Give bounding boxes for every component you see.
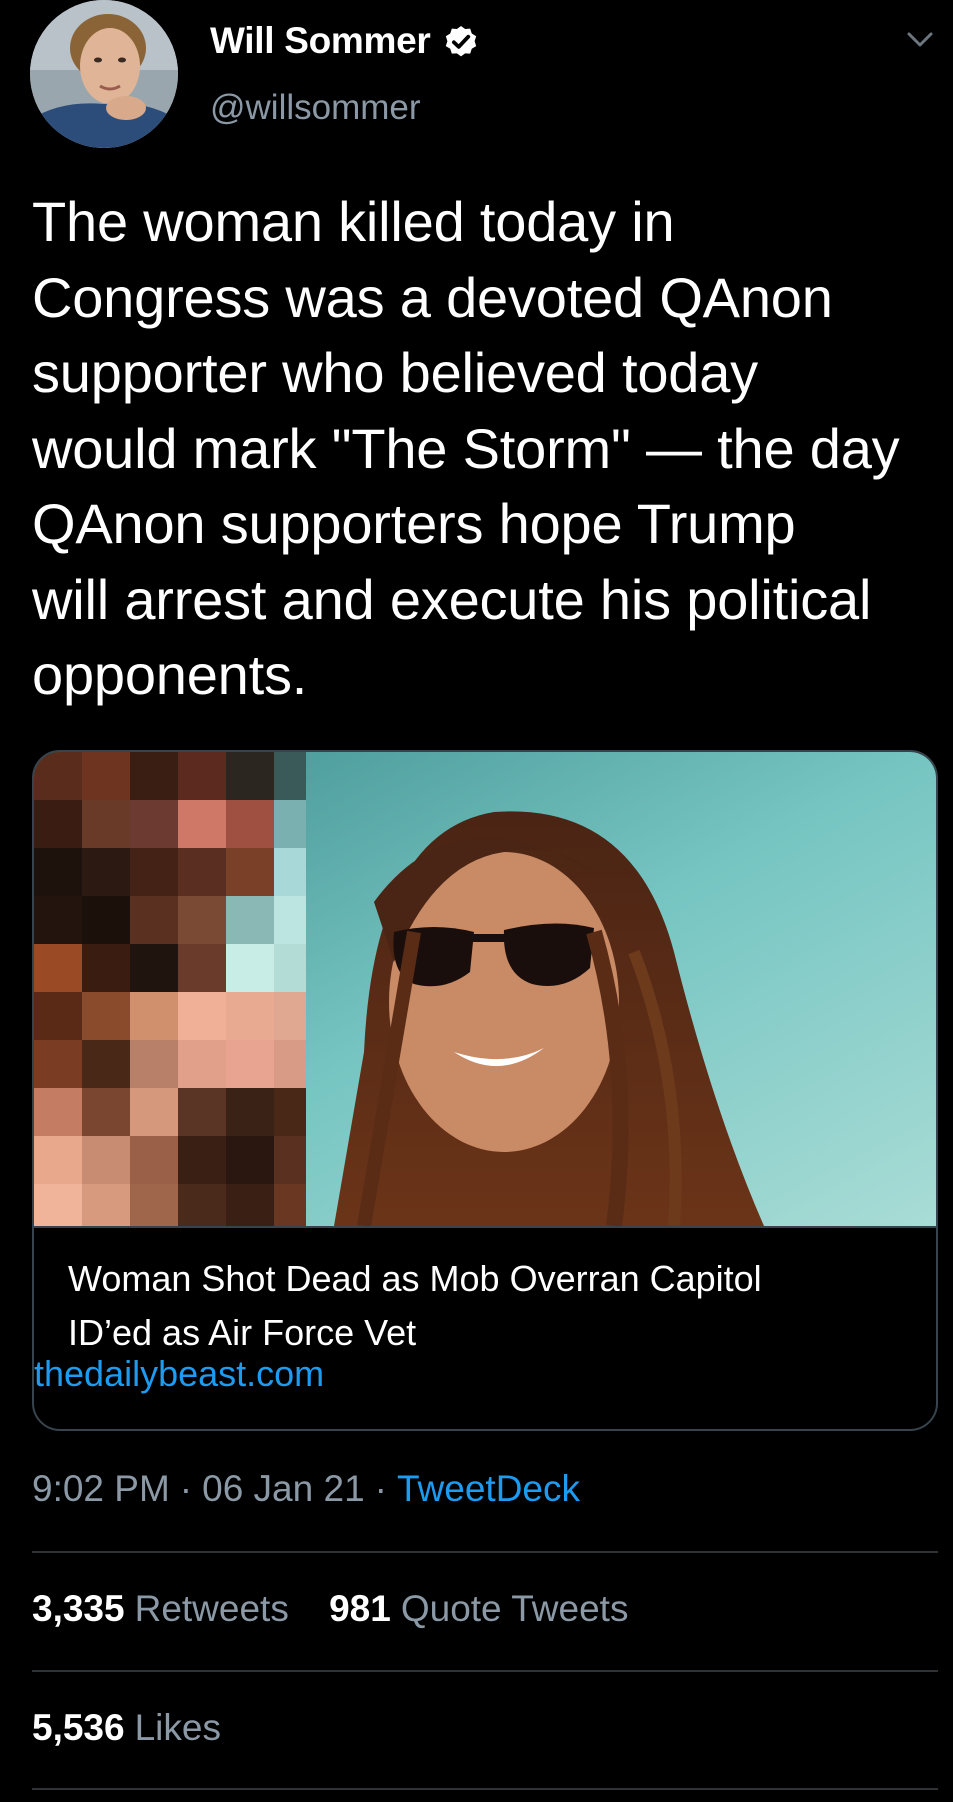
likes-count: 5,536 [32, 1707, 125, 1748]
link-card-title[interactable]: Woman Shot Dead as Mob Overran Capitol I… [68, 1252, 888, 1360]
profile-photo-icon [30, 0, 178, 148]
link-card[interactable]: Woman Shot Dead as Mob Overran Capitol I… [32, 750, 938, 1431]
verified-badge-icon [446, 25, 477, 57]
retweets-stat[interactable]: 3,335 Retweets [32, 1588, 289, 1629]
tweet-meta: 9:02 PM · 06 Jan 21 · TweetDeck [32, 1468, 580, 1510]
tweet-source-link[interactable]: TweetDeck [397, 1468, 580, 1509]
likes-stat[interactable]: 5,536 Likes [32, 1707, 221, 1748]
quote-tweets-label: Quote Tweets [400, 1588, 629, 1629]
link-card-image[interactable] [34, 752, 936, 1226]
tweet-text-line: The woman killed today in [32, 190, 675, 253]
card-divider [34, 1226, 936, 1228]
divider [32, 1670, 938, 1672]
tweet-text-line: would mark "The Storm" — the day [32, 416, 900, 480]
divider [32, 1788, 938, 1790]
avatar[interactable] [30, 0, 178, 148]
display-name[interactable]: Will Sommer [210, 20, 431, 62]
engagement-row: 3,335 Retweets 981 Quote Tweets [32, 1588, 658, 1630]
meta-separator: · [374, 1468, 387, 1509]
likes-label: Likes [134, 1707, 221, 1748]
tweet-date[interactable]: 06 Jan 21 [202, 1468, 365, 1509]
likes-row: 5,536 Likes [32, 1707, 251, 1749]
article-photo-icon [34, 752, 936, 1226]
link-card-title-line[interactable]: Woman Shot Dead as Mob Overran Capitol [68, 1252, 888, 1306]
chevron-down-icon[interactable] [905, 28, 935, 52]
tweet-text-line: supporter who believed today [32, 341, 758, 404]
pixelated-region [34, 752, 306, 1226]
quote-tweets-count: 981 [329, 1588, 391, 1629]
author-name-row[interactable]: Will Sommer [210, 20, 480, 62]
tweet-text-line: will arrest and execute his political [32, 567, 872, 631]
tweet-detail: Will Sommer @willsommer The woman killed… [0, 0, 953, 1802]
tweet-text-line: QAnon supporters hope Trump [32, 492, 796, 555]
meta-separator: · [179, 1468, 193, 1509]
tweet-text-line: Congress was a devoted QAnon [32, 265, 833, 329]
divider [32, 1551, 938, 1553]
link-card-title-line[interactable]: ID’ed as Air Force Vet [68, 1306, 888, 1360]
tweet-text-line: opponents. [32, 643, 308, 706]
quote-tweets-stat[interactable]: 981 Quote Tweets [329, 1588, 628, 1629]
link-card-domain[interactable]: thedailybeast.com [34, 1353, 324, 1395]
tweet-text: The woman killed today in Congress was a… [32, 184, 937, 713]
author-handle[interactable]: @willsommer [210, 88, 421, 128]
retweets-count: 3,335 [32, 1588, 125, 1629]
tweet-time[interactable]: 9:02 PM [32, 1468, 170, 1509]
retweets-label: Retweets [134, 1588, 289, 1629]
